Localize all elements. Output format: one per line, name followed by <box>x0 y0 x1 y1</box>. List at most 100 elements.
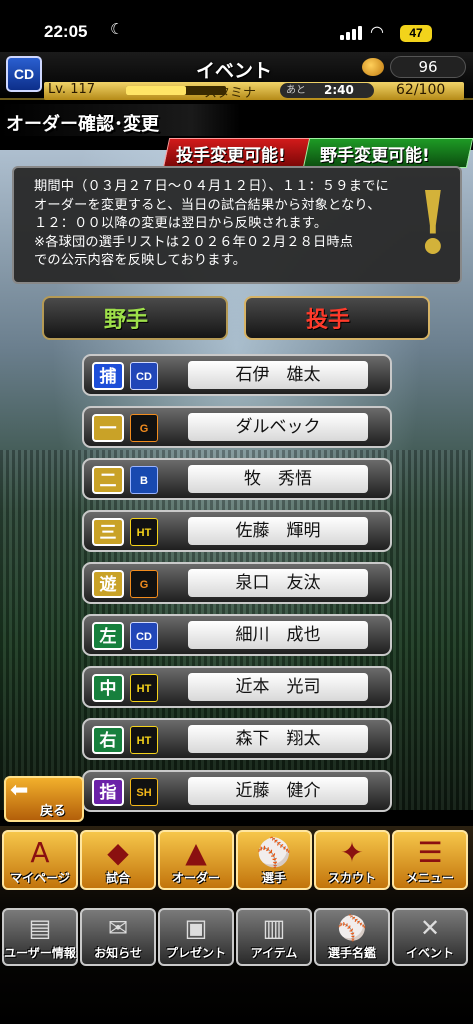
nav-label: 選手 <box>261 871 286 885</box>
status-time: 22:05 <box>44 22 88 41</box>
home-icon: A <box>30 836 50 869</box>
team-badge: CD <box>130 362 158 390</box>
wifi-icon: ◠ <box>370 22 384 41</box>
nav-home[interactable]: A マイページ <box>2 830 78 890</box>
game-header: CD イベント 96 Lv. 117 スタミナ あと 2:40 62/100 <box>0 52 473 101</box>
nav-label: イベント <box>405 946 454 960</box>
tab-fielder-label: 野手 <box>104 308 149 333</box>
nav-label: メニュー <box>405 871 454 885</box>
position-badge: 遊 <box>92 570 124 598</box>
event-icon: ✕ <box>419 914 441 942</box>
notice-box: 期間中（０３月２７日～０４月１２日）、１１：５９までに オーダーを変更すると、当… <box>12 166 462 284</box>
status-bar: 22:05 ☾ ◠ 47 <box>0 0 473 48</box>
stamina-value: 62/100 <box>396 82 446 98</box>
team-badge: B <box>130 466 158 494</box>
nav-label: お知らせ <box>94 946 142 960</box>
nav-user-info[interactable]: ▤ ユーザー情報 <box>2 908 78 966</box>
nav-event[interactable]: ✕ イベント <box>392 908 468 966</box>
nav-stadium[interactable]: ◆ 試合 <box>80 830 156 890</box>
position-badge: 左 <box>92 622 124 650</box>
pitcher-change-text: 投手変更可能! <box>176 146 286 166</box>
nav-label: ユーザー情報 <box>4 946 76 960</box>
player-name[interactable]: 泉口 友汰 <box>188 569 368 597</box>
exclamation-icon: ! <box>414 173 452 274</box>
coin-icon <box>362 58 384 76</box>
nav-label: スカウト <box>327 871 376 885</box>
position-badge: 右 <box>92 726 124 754</box>
back-arrow-icon: ⬅ <box>10 778 29 803</box>
team-badge: CD <box>130 622 158 650</box>
fielder-change-text: 野手変更可能! <box>320 146 430 166</box>
team-badge: HT <box>130 726 158 754</box>
level-label: Lv. 117 <box>48 82 96 97</box>
player-name[interactable]: 佐藤 輝明 <box>188 517 368 545</box>
nav-gift[interactable]: ▣ プレゼント <box>158 908 234 966</box>
position-badge: 一 <box>92 414 124 442</box>
gift-icon: ▣ <box>184 914 208 942</box>
team-badge: HT <box>130 674 158 702</box>
roster-row[interactable]: 二B 牧 秀悟 <box>82 458 392 500</box>
player-name[interactable]: 近本 光司 <box>188 673 368 701</box>
player-name[interactable]: 牧 秀悟 <box>188 465 368 493</box>
nav-label: プレゼント <box>165 946 226 960</box>
stamina-label: スタミナ <box>204 86 257 101</box>
team-badge: G <box>130 570 158 598</box>
team-badge: HT <box>130 518 158 546</box>
roster-row[interactable]: 右 HT 森下 翔太 <box>82 718 392 760</box>
position-badge: 中 <box>92 674 124 702</box>
nav-label: アイテム <box>250 946 298 960</box>
notice-text: 期間中（０３月２７日～０４月１２日）、１１：５９までに オーダーを変更すると、当… <box>34 179 389 268</box>
page-title: オーダー確認･変更 <box>6 114 159 135</box>
nav-scout[interactable]: ✦ スカウト <box>314 830 390 890</box>
team-badge: G <box>130 414 158 442</box>
moon-icon: ☾ <box>110 20 124 38</box>
directory-icon: ⚾ <box>337 914 367 942</box>
stadium-icon: ◆ <box>107 836 129 869</box>
nav-label: 試合 <box>105 871 130 885</box>
nav-news[interactable]: ✉ お知らせ <box>80 908 156 966</box>
player-name[interactable]: 近藤 健介 <box>188 777 368 805</box>
tab-pitcher-label: 投手 <box>306 308 351 333</box>
position-badge: 捕 <box>92 362 124 390</box>
player-name[interactable]: 細川 成也 <box>188 621 368 649</box>
roster-row[interactable]: 中 HT 近本 光司 <box>82 666 392 708</box>
roster-row[interactable]: 指 SH 近藤 健介 <box>82 770 392 812</box>
battery-icon: 47 <box>400 25 432 42</box>
player-name[interactable]: 石伊 雄太 <box>188 361 368 389</box>
roster-row[interactable]: 一 G ダルベック <box>82 406 392 448</box>
header-title: イベント <box>196 60 273 82</box>
level-stamina-bar: Lv. 117 スタミナ あと 2:40 62/100 <box>44 82 464 101</box>
nav-label: オーダー <box>171 871 220 885</box>
position-badge: 二 <box>92 466 124 494</box>
scout-icon: ✦ <box>340 836 364 869</box>
nav-item[interactable]: ▥ アイテム <box>236 908 312 966</box>
nav-label: マイページ <box>10 871 70 885</box>
back-label: 戻る <box>40 804 67 819</box>
position-badge: 三 <box>92 518 124 546</box>
order-icon: ▲ <box>185 836 207 869</box>
player-name[interactable]: ダルベック <box>188 413 368 441</box>
nav-label: 選手名鑑 <box>327 946 376 960</box>
nav-player[interactable]: ⚾ 選手 <box>236 830 312 890</box>
remaining-label: あと <box>286 85 306 96</box>
coin-count: 96 <box>390 56 466 78</box>
news-icon: ✉ <box>107 914 129 942</box>
roster-row[interactable]: 左 CD 細川 成也 <box>82 614 392 656</box>
menu-icon: ☰ <box>417 836 443 869</box>
roster-row[interactable]: 遊 G 泉口 友汰 <box>82 562 392 604</box>
roster-row[interactable]: 三 HT 佐藤 輝明 <box>82 510 392 552</box>
user-info-icon: ▤ <box>28 914 52 942</box>
nav-menu[interactable]: ☰ メニュー <box>392 830 468 890</box>
player-name[interactable]: 森下 翔太 <box>188 725 368 753</box>
nav-order[interactable]: ▲ オーダー <box>158 830 234 890</box>
item-icon: ▥ <box>262 914 286 942</box>
stamina-recovery: あと 2:40 <box>280 83 374 98</box>
signal-icon <box>340 26 362 40</box>
remaining-time: 2:40 <box>324 83 354 97</box>
team-badge: SH <box>130 778 158 806</box>
nav-directory[interactable]: ⚾ 選手名鑑 <box>314 908 390 966</box>
player-icon: ⚾ <box>256 836 292 869</box>
team-logo[interactable]: CD <box>6 56 42 92</box>
roster-row[interactable]: 捕 CD 石伊 雄太 <box>82 354 392 396</box>
position-badge: 指 <box>92 778 124 806</box>
